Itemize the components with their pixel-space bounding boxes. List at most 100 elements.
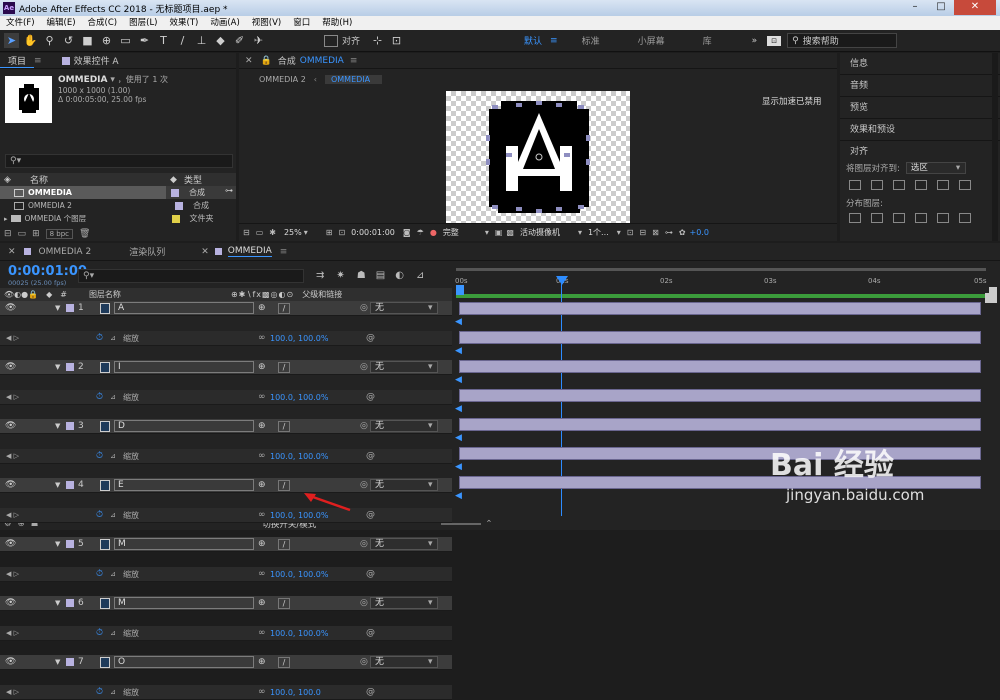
frame-blending-icon[interactable]: ▤ [376, 270, 385, 281]
timeline-menu-icon[interactable]: ≡ [280, 247, 288, 257]
keyframe-nav-icon[interactable]: ◀ ▷ [6, 570, 19, 578]
shy-layers-icon[interactable]: ☗ [357, 270, 366, 281]
property-row[interactable]: ◀ ▷ ⏱ ⊿ 缩放 ∞ 100.0, 100.0% @ [0, 567, 452, 582]
layer-label-color[interactable] [66, 658, 74, 666]
layer-name[interactable]: A [114, 302, 254, 314]
layer-name[interactable]: M [114, 538, 254, 550]
transparency-grid-icon[interactable]: ▩ [506, 228, 514, 237]
keyframe-nav-icon[interactable]: ◀ ▷ [6, 393, 19, 401]
quality-switch-icon[interactable]: / [278, 420, 290, 432]
resolution-dropdown[interactable]: 完整 [443, 227, 459, 238]
workspace-small-screen[interactable]: 小屏幕 [638, 34, 665, 47]
expand-triangle-icon[interactable]: ▼ [55, 540, 60, 548]
layer-name[interactable]: M [114, 597, 254, 609]
camera-dropdown[interactable]: 活动摄像机 [520, 227, 560, 238]
viewer-comp-name[interactable]: OMMEDIA [300, 56, 344, 66]
scale-value[interactable]: 100.0, 100.0% [270, 629, 329, 638]
viewer-menu-icon[interactable]: ≡ [350, 56, 358, 66]
distribute-left-icon[interactable] [915, 213, 927, 223]
expression-pickwhip-icon[interactable]: @ [366, 451, 375, 461]
graph-icon[interactable]: ⊿ [110, 629, 116, 637]
menu-composition[interactable]: 合成(C) [82, 16, 124, 30]
quality-switch-icon[interactable]: / [278, 597, 290, 609]
keyframe-icon[interactable]: ◀ [455, 462, 462, 472]
camera-tool-icon[interactable]: ■ [80, 33, 95, 48]
keyframe-nav-icon[interactable]: ◀ ▷ [6, 688, 19, 696]
align-left-icon[interactable] [849, 180, 861, 190]
rotate-tool-icon[interactable]: ↺ [61, 33, 76, 48]
snap-icon[interactable]: ⊹ [370, 33, 385, 48]
align-bottom-icon[interactable] [959, 180, 971, 190]
playhead-handle-icon[interactable] [556, 276, 568, 285]
menu-edit[interactable]: 编辑(E) [41, 16, 82, 30]
property-row[interactable]: ◀ ▷ ⏱ ⊿ 缩放 ∞ 100.0, 100.0% @ [0, 508, 452, 523]
composition-canvas[interactable] [446, 91, 630, 225]
dropdown-icon[interactable]: ▾ [110, 75, 115, 85]
color-channels-icon[interactable]: ● [430, 228, 437, 237]
layer-duration-bar[interactable] [459, 447, 981, 460]
eye-icon[interactable]: 👁 [5, 362, 16, 372]
parent-pickwhip-icon[interactable]: ◎ [360, 598, 368, 608]
time-ruler[interactable]: 00s 01s 02s 03s 04s 05s [452, 265, 1000, 301]
tab-render-queue[interactable]: 渲染队列 [129, 245, 165, 258]
chevron-down-icon[interactable]: ▾ [428, 539, 433, 549]
list-item[interactable]: OMMEDIA 2 合成 [0, 199, 236, 212]
keyframe-icon[interactable]: ◀ [455, 375, 462, 385]
graph-icon[interactable]: ⊿ [110, 511, 116, 519]
column-name[interactable]: 名称 [30, 173, 170, 186]
panel-audio[interactable]: 音频 [840, 75, 1000, 97]
parent-pickwhip-icon[interactable]: ◎ [360, 303, 368, 313]
property-row[interactable]: ◀ ▷ ⏱ ⊿ 缩放 ∞ 100.0, 100.0% @ [0, 331, 452, 346]
expand-triangle-icon[interactable]: ▼ [55, 481, 60, 489]
constrain-proportions-icon[interactable]: ∞ [258, 451, 266, 461]
collapse-transform-icon[interactable]: ⊕ [258, 303, 266, 313]
tab-effect-controls[interactable]: 效果控件 A [74, 54, 127, 67]
maximize-button[interactable]: □ [928, 0, 954, 15]
panel-preview[interactable]: 预览 [840, 97, 1000, 119]
constrain-proportions-icon[interactable]: ∞ [258, 333, 266, 343]
close-tab-icon[interactable]: ✕ [201, 247, 209, 257]
keyframe-nav-icon[interactable]: ◀ ▷ [6, 452, 19, 460]
property-row[interactable]: ◀ ▷ ⏱ ⊿ 缩放 ∞ 100.0, 100.0% @ [0, 626, 452, 641]
menu-effect[interactable]: 效果(T) [164, 16, 205, 30]
layer-row[interactable]: 👁 ▼ 3 D ⊕ / ◎ 无 ▾ [0, 419, 452, 434]
snap-options-icon[interactable]: ⊡ [389, 33, 404, 48]
keyframe-nav-icon[interactable]: ◀ ▷ [6, 334, 19, 342]
graph-icon[interactable]: ⊿ [110, 570, 116, 578]
expand-triangle-icon[interactable]: ▼ [55, 599, 60, 607]
chevron-down-icon[interactable]: ▾ [485, 228, 489, 237]
expression-pickwhip-icon[interactable]: @ [366, 687, 375, 697]
expression-pickwhip-icon[interactable]: @ [366, 392, 375, 402]
align-right-icon[interactable] [893, 180, 905, 190]
panel-effects-presets[interactable]: 效果和预设 [840, 119, 1000, 141]
distribute-top-icon[interactable] [849, 213, 861, 223]
eye-icon[interactable]: 👁 [5, 303, 16, 313]
chevron-down-icon[interactable]: ▾ [304, 228, 308, 237]
close-tab-icon[interactable]: ✕ [245, 56, 253, 66]
tab-ommedia-2[interactable]: OMMEDIA 2 [39, 247, 92, 257]
breadcrumb-parent[interactable]: OMMEDIA 2 [259, 75, 306, 84]
menu-view[interactable]: 视图(V) [246, 16, 287, 30]
stopwatch-icon[interactable]: ⏱ [96, 392, 103, 402]
align-top-icon[interactable] [915, 180, 927, 190]
hand-tool-icon[interactable]: ✋ [23, 33, 38, 48]
stopwatch-icon[interactable]: ⏱ [96, 569, 103, 579]
layer-duration-bar[interactable] [459, 360, 981, 373]
keyframe-nav-icon[interactable]: ◀ ▷ [6, 511, 19, 519]
workspace-menu-icon[interactable]: ≡ [550, 36, 558, 46]
tab-ommedia[interactable]: OMMEDIA [227, 246, 272, 257]
sync-settings-icon[interactable]: ⊡ [767, 35, 782, 46]
toggle-pixel-aspect-icon[interactable]: ⊡ [627, 228, 634, 237]
align-hcenter-icon[interactable] [871, 180, 883, 190]
expand-triangle-icon[interactable]: ▼ [55, 422, 60, 430]
keyframe-icon[interactable]: ◀ [455, 433, 462, 443]
brush-tool-icon[interactable]: / [175, 33, 190, 48]
puppet-pin-tool-icon[interactable]: ✈ [251, 33, 266, 48]
scale-value[interactable]: 100.0, 100.0% [270, 393, 329, 402]
snapshot-icon[interactable]: ◙ [403, 228, 411, 237]
menu-window[interactable]: 窗口 [287, 16, 316, 30]
graph-icon[interactable]: ⊿ [110, 393, 116, 401]
distribute-hcenter-icon[interactable] [937, 213, 949, 223]
menu-animation[interactable]: 动画(A) [204, 16, 245, 30]
bpc-button[interactable]: 8 bpc [45, 229, 74, 239]
